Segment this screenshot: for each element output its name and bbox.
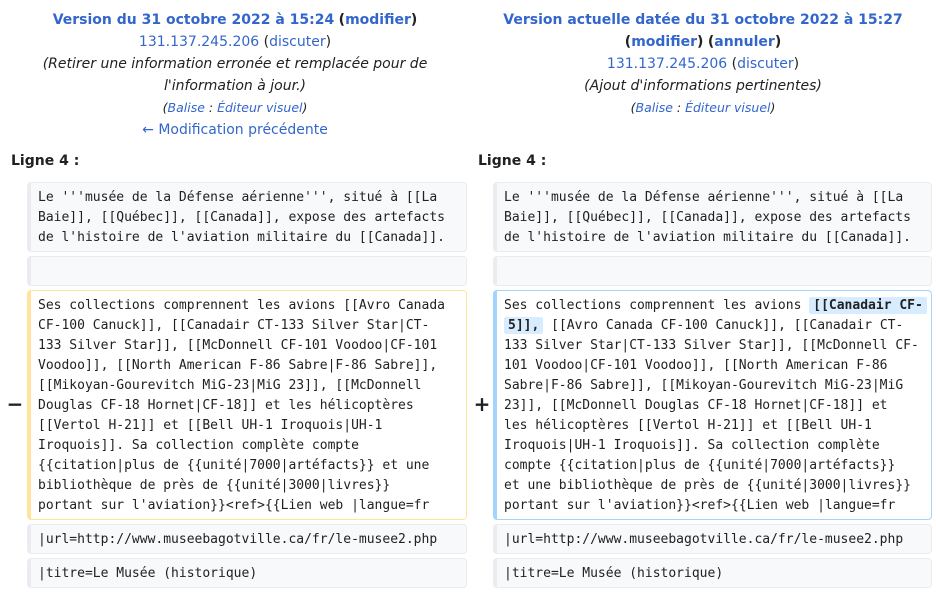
added-line: compte {{citation|plus de {{unité|7000|a… [504,458,896,473]
deleted-line: Iroquois]]. Sa collection complète compt… [38,438,359,453]
left-context-url: |url=http://www.museebagotville.ca/fr/le… [27,524,467,554]
left-context-paragraph: Le '''musée de la Défense aérienne''', s… [27,182,467,252]
deleted-paragraph: Ses collections comprennent les avions [… [27,290,467,520]
right-context-empty [493,256,932,286]
deleted-line: [[Vertol H-21]] et [[Bell UH-1 Iroquois|… [38,418,383,433]
old-revision-tag-label[interactable]: Balise [168,100,205,115]
added-line: Iroquois|UH-1 Iroquois]]. Sa collection … [504,438,880,453]
right-context-line: Le '''musée de la Défense aérienne''', s… [504,190,904,205]
current-revision-tag-value[interactable]: Éditeur visuel [685,100,770,115]
left-context-titre: |titre=Le Musée (historique) [27,558,467,588]
left-url-line: |url=http://www.museebagotville.ca/fr/le… [38,532,438,547]
added-line-rest: [[Avro Canada CF-100 Canuck]], [[Canadai… [543,318,904,333]
old-revision-header: Version du 31 octobre 2022 à 15:24 (modi… [0,9,470,141]
current-revision-summary: (Ajout d'informations pertinentes) [584,78,822,94]
deleted-line: portant sur l'aviation}}<ref>{{Lien web … [38,498,430,513]
right-context-url: |url=http://www.museebagotville.ca/fr/le… [493,524,932,554]
current-revision-undo-link[interactable]: annuler [714,34,775,50]
inserted-text: 5]], [504,317,544,334]
old-revision-tags: (Balise : Éditeur visuel) [162,100,308,115]
added-line: 101 Voodoo|CF-101 Voodoo]], [[North Amer… [504,358,888,373]
left-line-number: Ligne 4 : [11,153,80,169]
left-context-line: Le '''musée de la Défense aérienne''', s… [38,190,438,205]
deleted-line: CF-100 Canuck]], [[Canadair CT-133 Silve… [38,318,430,333]
left-context-empty [27,256,467,286]
previous-edit-link[interactable]: ← Modification précédente [142,122,328,138]
deleted-line: {{citation|plus de {{unité|7000|artéfact… [38,458,430,473]
added-line: 5]], [[Avro Canada CF-100 Canuck]], [[Ca… [504,316,931,336]
current-revision-tag-label[interactable]: Balise [636,100,673,115]
added-line: 133 Silver Star|CT-133 Silver Star]], [[… [504,338,919,353]
old-revision-tag-value[interactable]: Éditeur visuel [217,100,302,115]
left-context-line: Baie]], [[Québec]], [[Canada]], expose d… [38,210,445,225]
added-line: et une bibliothèque de près de {{unité|3… [504,478,911,493]
old-revision-summary: (Retirer une information erronée et remp… [42,56,428,94]
old-revision-talk-link[interactable]: discuter [269,34,326,50]
right-line-number: Ligne 4 : [478,153,547,169]
added-line: Ses collections comprennent les avions [… [504,296,931,316]
current-revision-tags: (Balise : Éditeur visuel) [630,100,776,115]
right-url-line: |url=http://www.museebagotville.ca/fr/le… [504,532,904,547]
deleted-line: 133 Silver Star]], [[McDonnell CF-101 Vo… [38,338,438,353]
old-revision-user-link[interactable]: 131.137.245.206 [139,34,259,50]
old-revision-title-link[interactable]: Version du 31 octobre 2022 à 15:24 [53,12,335,28]
deleted-line: bibliothèque de près de {{unité|3000|liv… [38,478,391,493]
deleted-line: Ses collections comprennent les avions [… [38,298,445,313]
added-line: les hélicoptères [[Vertol H-21]] et [[Be… [504,418,872,433]
added-line-prefix: Ses collections comprennent les avions [504,298,810,313]
added-line-marker: + [473,392,491,416]
old-revision-modify-link[interactable]: modifier [345,12,411,28]
right-context-line: de l'histoire de l'aviation militaire du… [504,230,911,245]
right-context-titre: |titre=Le Musée (historique) [493,558,932,588]
added-line: 23]], [[McDonnell Douglas CF-18 Hornet|C… [504,398,888,413]
right-titre-line: |titre=Le Musée (historique) [504,566,724,581]
added-paragraph: Ses collections comprennent les avions [… [493,290,932,520]
deleted-line: [[Mikoyan-Gourevitch MiG-23|MiG 23]], [[… [38,378,422,393]
inserted-text: [[Canadair CF- [809,297,927,314]
current-revision-talk-link[interactable]: discuter [737,56,794,72]
current-revision-title-link[interactable]: Version actuelle datée du 31 octobre 202… [503,12,902,28]
current-revision-modify-link[interactable]: modifier [631,34,697,50]
right-context-line: Baie]], [[Québec]], [[Canada]], expose d… [504,210,911,225]
deleted-line: Douglas CF-18 Hornet|CF-18]] et les héli… [38,398,414,413]
added-line: Sabre|F-86 Sabre]], [[Mikoyan-Gourevitch… [504,378,904,393]
right-context-paragraph: Le '''musée de la Défense aérienne''', s… [493,182,932,252]
current-revision-header: Version actuelle datée du 31 octobre 202… [470,9,936,119]
deleted-line: Voodoo]], [[North American F-86 Sabre|F-… [38,358,438,373]
deleted-line-marker: − [6,392,24,416]
added-line: portant sur l'aviation}}<ref>{{Lien web … [504,498,896,513]
left-context-line: de l'histoire de l'aviation militaire du… [38,230,445,245]
current-revision-user-link[interactable]: 131.137.245.206 [607,56,727,72]
left-titre-line: |titre=Le Musée (historique) [38,566,258,581]
